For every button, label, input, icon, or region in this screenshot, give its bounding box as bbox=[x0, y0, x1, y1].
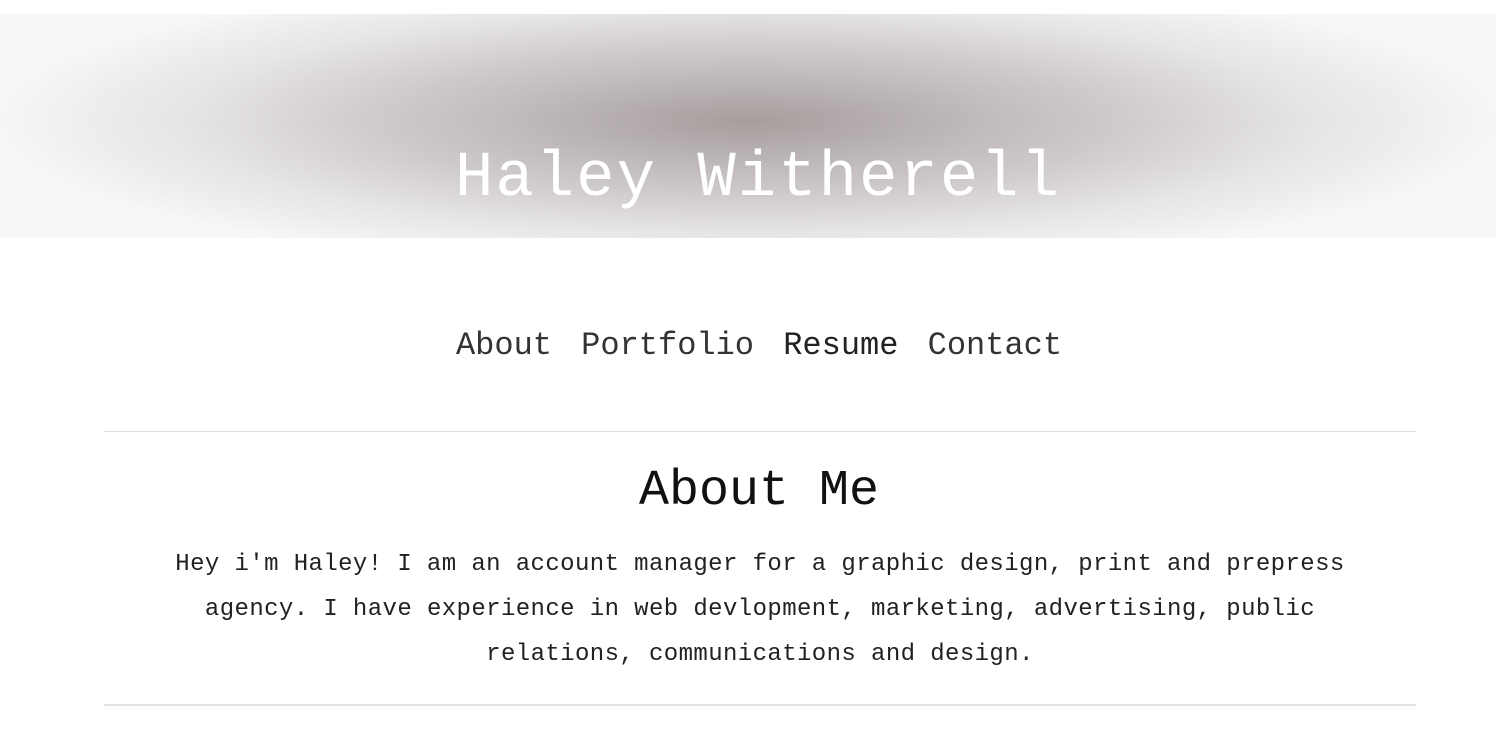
nav-item-about[interactable]: About bbox=[456, 324, 552, 368]
site-title: Haley Witherell bbox=[454, 143, 1062, 215]
nav-item-portfolio[interactable]: Portfolio bbox=[581, 324, 754, 368]
hero-banner: Haley Witherell bbox=[0, 14, 1496, 238]
nav-item-resume[interactable]: Resume bbox=[783, 324, 898, 368]
divider-top bbox=[104, 431, 1416, 432]
about-heading: About Me bbox=[638, 463, 880, 520]
main-nav: About Portfolio Resume Contact bbox=[0, 324, 1496, 368]
page: Haley Witherell About Portfolio Resume C… bbox=[0, 0, 1496, 731]
divider-bottom bbox=[104, 704, 1416, 706]
nav-item-contact[interactable]: Contact bbox=[928, 324, 1062, 368]
about-paragraph: Hey i'm Haley! I am an account manager f… bbox=[175, 551, 1345, 668]
